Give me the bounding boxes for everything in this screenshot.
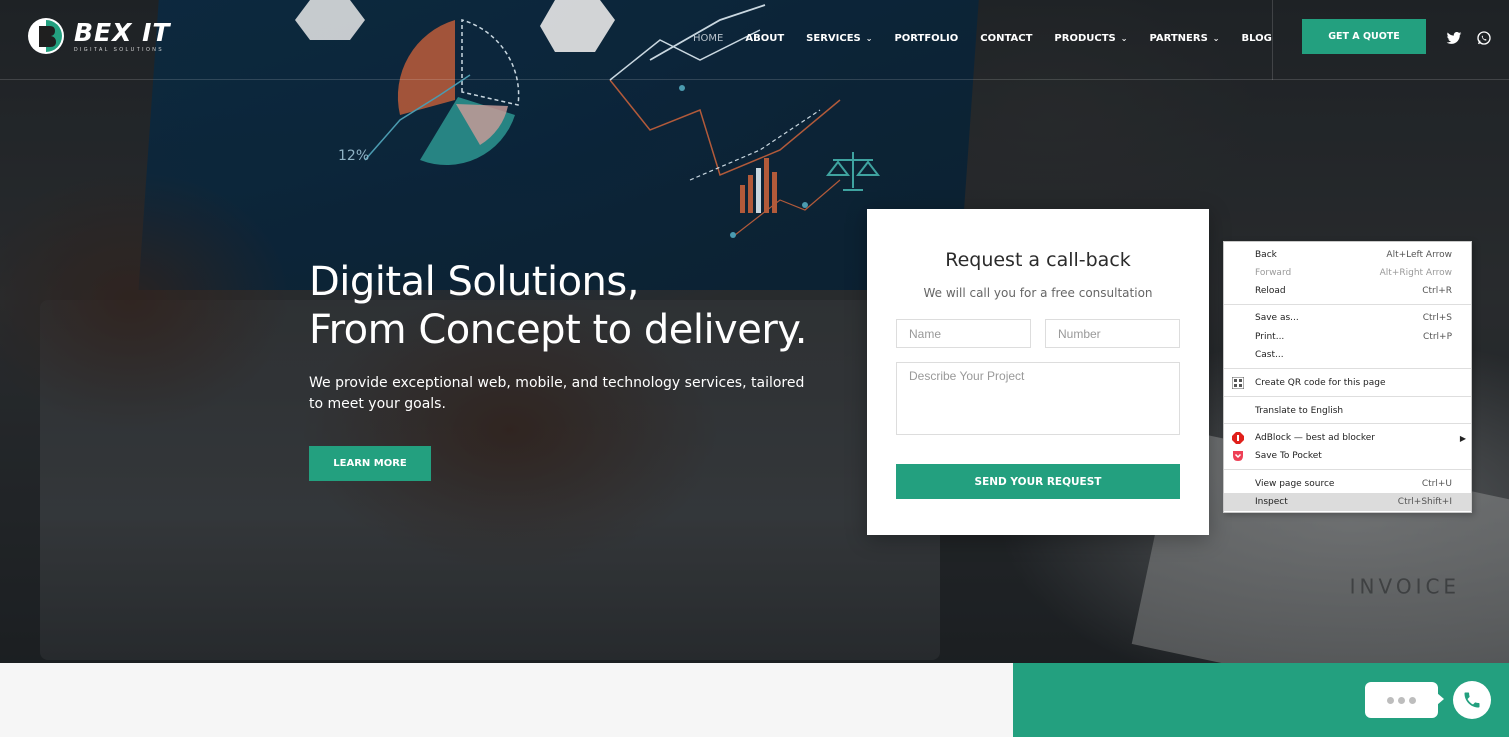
hero-title-line1: Digital Solutions, bbox=[309, 259, 639, 305]
ctx-separator bbox=[1224, 423, 1471, 424]
next-section-left bbox=[0, 663, 1013, 737]
adblock-icon bbox=[1232, 432, 1244, 444]
ctx-inspect[interactable]: Inspect Ctrl+Shift+I bbox=[1224, 493, 1471, 511]
project-description-input[interactable] bbox=[896, 362, 1180, 435]
nav-products[interactable]: PRODUCTS ⌄ bbox=[1054, 33, 1127, 44]
brand-tagline: DIGITAL SOLUTIONS bbox=[74, 46, 164, 53]
header: BEX IT DIGITAL SOLUTIONS HOME ABOUT SERV… bbox=[0, 0, 1509, 80]
ctx-view-source[interactable]: View page source Ctrl+U bbox=[1224, 475, 1471, 493]
nav-blog[interactable]: BLOG bbox=[1241, 33, 1271, 44]
submenu-arrow-icon: ▶ bbox=[1459, 433, 1466, 443]
ctx-separator bbox=[1224, 304, 1471, 305]
ctx-back[interactable]: Back Alt+Left Arrow bbox=[1224, 246, 1471, 264]
phone-icon[interactable] bbox=[1453, 681, 1491, 719]
chevron-down-icon: ⌄ bbox=[865, 34, 873, 43]
qr-code-icon bbox=[1232, 377, 1244, 389]
ctx-reload[interactable]: Reload Ctrl+R bbox=[1224, 282, 1471, 300]
name-input[interactable] bbox=[896, 319, 1031, 348]
brand-name: BEX IT bbox=[74, 17, 171, 47]
pocket-icon bbox=[1233, 451, 1243, 461]
learn-more-button[interactable]: LEARN MORE bbox=[309, 446, 431, 481]
send-request-button[interactable]: SEND YOUR REQUEST bbox=[896, 464, 1180, 499]
nav-home[interactable]: HOME bbox=[693, 33, 723, 44]
form-title: Request a call-back bbox=[945, 249, 1131, 271]
ctx-cast[interactable]: Cast... bbox=[1224, 346, 1471, 364]
nav-services[interactable]: SERVICES ⌄ bbox=[806, 33, 872, 44]
screen-percent-text: 12% bbox=[338, 148, 369, 164]
nav-portfolio[interactable]: PORTFOLIO bbox=[894, 33, 958, 44]
form-subtitle: We will call you for a free consultation bbox=[923, 286, 1153, 300]
callback-form-card: Request a call-back We will call you for… bbox=[867, 209, 1209, 535]
bex-logo-icon bbox=[28, 18, 64, 54]
number-input[interactable] bbox=[1045, 319, 1180, 348]
nav-divider bbox=[1272, 0, 1273, 80]
nav-about[interactable]: ABOUT bbox=[745, 33, 784, 44]
logo[interactable]: BEX IT DIGITAL SOLUTIONS bbox=[26, 16, 170, 56]
context-menu: Back Alt+Left Arrow Forward Alt+Right Arro… bbox=[1223, 241, 1472, 513]
ctx-adblock[interactable]: AdBlock — best ad blocker ▶ bbox=[1224, 429, 1471, 447]
ctx-save-as[interactable]: Save as... Ctrl+S bbox=[1224, 309, 1471, 327]
main-nav: HOME ABOUT SERVICES ⌄ PORTFOLIO CONTACT P… bbox=[693, 33, 1294, 44]
nav-partners[interactable]: PARTNERS ⌄ bbox=[1149, 33, 1219, 44]
nav-contact[interactable]: CONTACT bbox=[980, 33, 1032, 44]
chevron-down-icon: ⌄ bbox=[1212, 34, 1220, 43]
hero-title: Digital Solutions, From Concept to deliv… bbox=[309, 258, 807, 354]
ctx-forward[interactable]: Forward Alt+Right Arrow bbox=[1224, 264, 1471, 282]
ctx-create-qr[interactable]: Create QR code for this page bbox=[1224, 374, 1471, 392]
chat-bubble-icon[interactable] bbox=[1365, 682, 1444, 718]
ctx-translate[interactable]: Translate to English bbox=[1224, 402, 1471, 420]
get-quote-button[interactable]: GET A QUOTE bbox=[1302, 19, 1426, 54]
whatsapp-icon[interactable] bbox=[1476, 30, 1492, 46]
ctx-separator bbox=[1224, 368, 1471, 369]
twitter-icon[interactable] bbox=[1446, 30, 1462, 46]
hero-description: We provide exceptional web, mobile, and … bbox=[309, 375, 805, 412]
ctx-separator bbox=[1224, 396, 1471, 397]
ctx-save-to-pocket[interactable]: Save To Pocket bbox=[1224, 447, 1471, 465]
hero-title-line2: From Concept to delivery. bbox=[309, 307, 807, 353]
chevron-down-icon: ⌄ bbox=[1120, 34, 1128, 43]
ctx-separator bbox=[1224, 469, 1471, 470]
ctx-print[interactable]: Print... Ctrl+P bbox=[1224, 328, 1471, 346]
